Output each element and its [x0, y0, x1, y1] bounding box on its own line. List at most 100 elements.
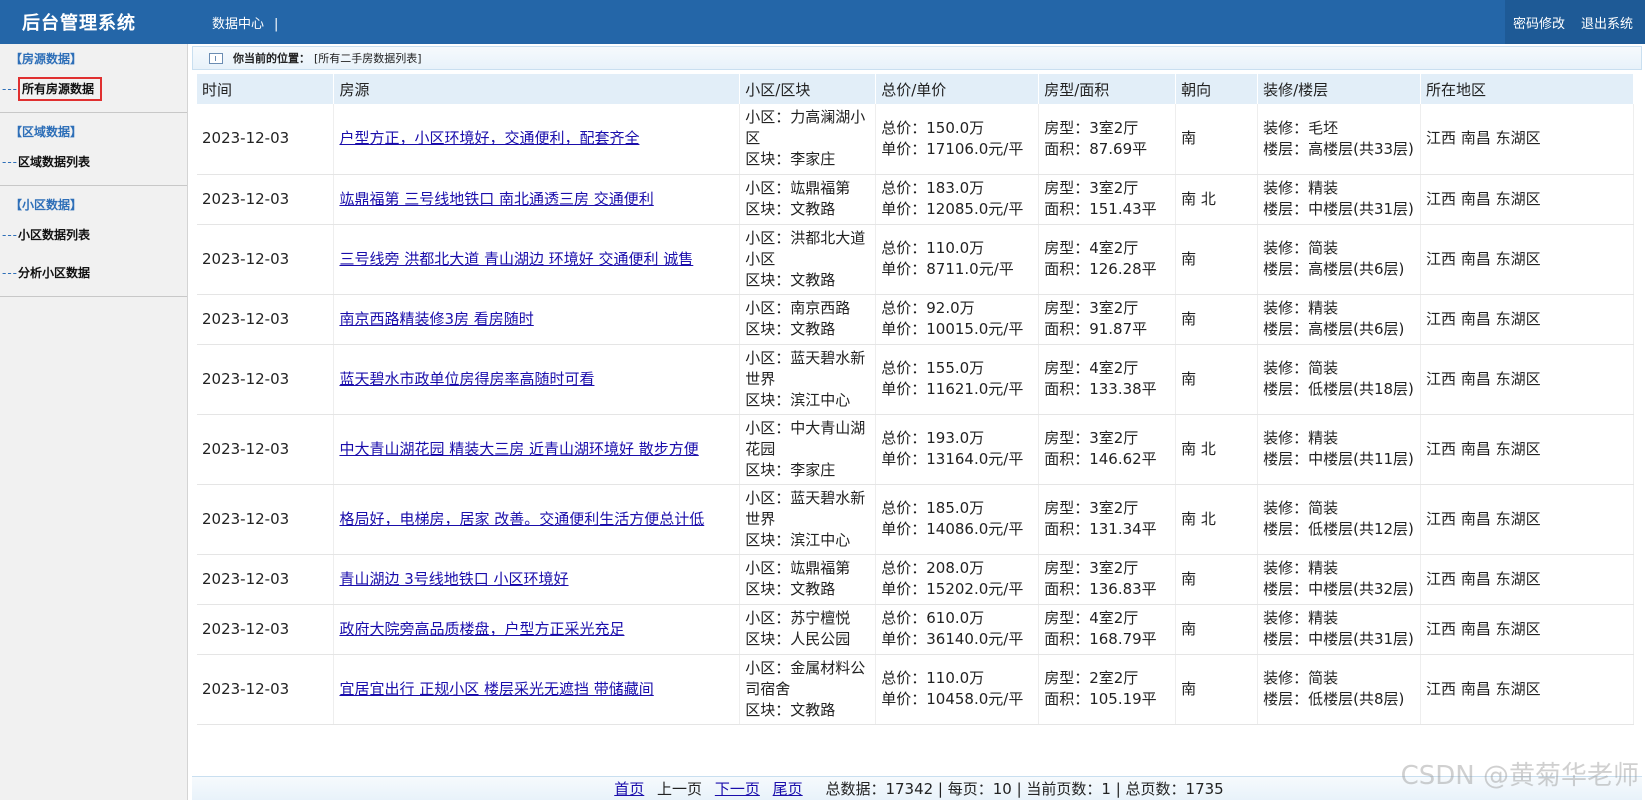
- house-title-link[interactable]: 蓝天碧水市政单位房得房率高随时可看: [339, 370, 594, 388]
- area: 面积：136.83平: [1044, 580, 1157, 598]
- house-title-link[interactable]: 南京西路精装修3房 看房随时: [339, 310, 533, 328]
- sidebar-item-region-list[interactable]: ---区域数据列表: [0, 143, 187, 181]
- last-page-link[interactable]: 尾页: [773, 780, 803, 798]
- cell-region: 江西 南昌 东湖区: [1420, 174, 1634, 225]
- table-header-row: 时间 房源 小区/区块 总价/单价 房型/面积 朝向 装修/楼层 所在地区: [197, 74, 1634, 104]
- cell-region: 江西 南昌 东湖区: [1420, 344, 1634, 415]
- cell-time: 2023-12-03: [197, 344, 335, 415]
- cell-region: 江西 南昌 东湖区: [1420, 104, 1634, 175]
- unit-price: 单价：14086.0元/平: [881, 520, 1024, 538]
- house-title-link[interactable]: 户型方正，小区环境好，交通便利，配套齐全: [339, 129, 639, 147]
- next-page-link[interactable]: 下一页: [715, 780, 760, 798]
- unit-price: 单价：8711.0元/平: [881, 260, 1014, 278]
- floor: 楼层：中楼层(共31层): [1263, 200, 1414, 218]
- sidebar-item-label: 区域数据列表: [18, 155, 91, 169]
- prev-page-link[interactable]: 上一页: [657, 780, 702, 798]
- community-name: 小区：竑鼎福第: [745, 179, 851, 197]
- cell-orientation: 南: [1175, 104, 1259, 175]
- cell-community: 小区：蓝天碧水新世界 区块：滨江中心: [739, 344, 877, 415]
- cell-decoration: 装修：精装楼层：中楼层(共31层): [1257, 174, 1422, 225]
- room-type: 房型：3室2厅: [1044, 118, 1139, 137]
- cell-region: 江西 南昌 东湖区: [1420, 294, 1634, 345]
- top-header: 后台管理系统 数据中心 | 密码修改 退出系统: [0, 0, 1645, 44]
- community-name: 小区：蓝天碧水新世界: [745, 348, 866, 388]
- decoration: 装修：精装: [1263, 179, 1339, 197]
- sidebar-item-dash: ---: [2, 228, 18, 242]
- change-password-link[interactable]: 密码修改: [1513, 13, 1565, 32]
- breadcrumb: 你当前的位置： [所有二手房数据列表]: [192, 46, 1642, 70]
- cell-orientation: 南: [1175, 654, 1259, 725]
- unit-price: 单价：13164.0元/平: [881, 450, 1024, 468]
- house-title-link[interactable]: 三号线旁 洪都北大道 青山湖边 环境好 交通便利 诚售: [339, 250, 693, 268]
- cell-region: 江西 南昌 东湖区: [1420, 654, 1634, 725]
- unit-price: 单价：15202.0元/平: [881, 580, 1024, 598]
- block-name: 区块：文教路: [745, 320, 836, 338]
- cell-time: 2023-12-03: [197, 484, 335, 555]
- sidebar-item-label: 小区数据列表: [18, 228, 91, 242]
- sidebar-group-community: 【小区数据】 ---小区数据列表 ---分析小区数据: [0, 190, 187, 297]
- cell-decoration: 装修：简装 楼层：低楼层(共12层): [1257, 484, 1422, 555]
- cell-orientation: 南 北: [1175, 414, 1259, 485]
- total-price: 总价：610.0万: [881, 609, 985, 627]
- col-orientation: 朝向: [1175, 74, 1259, 104]
- unit-price: 单价：17106.0元/平: [881, 139, 1024, 158]
- sidebar-item-dash: ---: [2, 82, 18, 96]
- room-type: 房型：4室2厅: [1044, 239, 1139, 257]
- area: 面积：131.34平: [1044, 520, 1157, 538]
- house-title-link[interactable]: 宜居宜出行 正规小区 楼层采光无遮挡 带储藏间: [339, 680, 653, 698]
- cell-decoration: 装修：精装 楼层：中楼层(共31层): [1257, 604, 1422, 655]
- house-title-link[interactable]: 中大青山湖花园 精装大三房 近青山湖环境好 散步方便: [339, 440, 698, 458]
- house-title-link[interactable]: 政府大院旁高品质楼盘，户型方正采光充足: [339, 620, 624, 638]
- room-type: 房型：4室2厅: [1044, 359, 1139, 377]
- sidebar-item-community-analysis[interactable]: ---分析小区数据: [0, 254, 187, 292]
- area: 面积：133.38平: [1044, 380, 1157, 398]
- first-page-link[interactable]: 首页: [614, 780, 644, 798]
- floor: 楼层：高楼层(共6层): [1263, 320, 1405, 338]
- cell-decoration: 装修：精装 楼层：高楼层(共6层): [1257, 294, 1422, 345]
- cell-time: 2023-12-03: [197, 604, 335, 655]
- cell-community: 小区：南京西路 区块：文教路: [739, 294, 877, 345]
- area: 面积：105.19平: [1044, 690, 1157, 708]
- sidebar-group-region: 【区域数据】 ---区域数据列表: [0, 117, 187, 186]
- nav-data-center[interactable]: 数据中心: [212, 17, 264, 32]
- cell-title: 格局好，电梯房，居家 改善。交通便利生活方便总计低: [333, 484, 741, 555]
- house-title-link[interactable]: 竑鼎福第 三号线地铁口 南北通透三房 交通便利: [339, 190, 653, 208]
- cell-orientation: 南: [1175, 604, 1259, 655]
- cell-decoration: 装修：简装 楼层：高楼层(共6层): [1257, 224, 1422, 295]
- app-title: 后台管理系统: [22, 13, 136, 34]
- sidebar-group-title: 【小区数据】: [10, 198, 83, 212]
- house-title-link[interactable]: 格局好，电梯房，居家 改善。交通便利生活方便总计低: [339, 510, 704, 528]
- table-row: 2023-12-03 蓝天碧水市政单位房得房率高随时可看 小区：蓝天碧水新世界 区块：…: [197, 344, 1634, 415]
- room-type: 房型：3室2厅: [1044, 499, 1139, 517]
- decoration: 装修：简装: [1263, 239, 1339, 257]
- col-time: 时间: [197, 74, 335, 104]
- sidebar-item-all-houses[interactable]: --- 所有房源数据: [0, 70, 187, 108]
- cell-layout: 房型：4室2厅 面积：133.38平: [1038, 344, 1177, 415]
- cell-layout: 房型：3室2厅 面积：146.62平: [1038, 414, 1177, 485]
- cell-title: 南京西路精装修3房 看房随时: [333, 294, 741, 345]
- cell-decoration: 装修：精装 楼层：中楼层(共32层): [1257, 554, 1422, 605]
- room-type: 房型：3室2厅: [1044, 429, 1139, 447]
- cell-layout: 房型：3室2厅 面积：136.83平: [1038, 554, 1177, 605]
- table-row: 2023-12-03 青山湖边 3号线地铁口 小区环境好 小区：竑鼎福第 区块：文教路…: [197, 554, 1634, 605]
- cell-price: 总价：110.0万 单价：10458.0元/平: [875, 654, 1040, 725]
- main-content: 你当前的位置： [所有二手房数据列表] 时间 房源 小区/区块 总价/单价 房型…: [192, 46, 1642, 800]
- pagination-stats: 总数据：17342 | 每页：10 | 当前页数：1 | 总页数：1735: [825, 780, 1224, 798]
- house-title-link[interactable]: 青山湖边 3号线地铁口 小区环境好: [339, 570, 568, 588]
- community-name: 小区：金属材料公司宿舍: [745, 658, 866, 698]
- top-nav: 数据中心 |: [212, 13, 278, 32]
- block-name: 区块：李家庄: [745, 150, 836, 169]
- cell-time: 2023-12-03: [197, 174, 335, 225]
- cell-price: 总价：110.0万 单价：8711.0元/平: [875, 224, 1040, 295]
- top-actions: 密码修改 退出系统: [1504, 0, 1645, 44]
- col-community: 小区/区块: [739, 74, 877, 104]
- sidebar-item-community-list[interactable]: ---小区数据列表: [0, 216, 187, 254]
- area: 面积：87.69平: [1044, 139, 1148, 158]
- area: 面积：168.79平: [1044, 630, 1157, 648]
- total-price: 总价：110.0万: [881, 669, 985, 687]
- community-name: 小区：竑鼎福第: [745, 559, 851, 577]
- cell-title: 蓝天碧水市政单位房得房率高随时可看: [333, 344, 741, 415]
- cell-decoration: 装修：毛坯 楼层：高楼层(共33层): [1257, 104, 1422, 175]
- cell-community: 小区：竑鼎福第 区块：文教路: [739, 554, 877, 605]
- logout-link[interactable]: 退出系统: [1581, 13, 1633, 32]
